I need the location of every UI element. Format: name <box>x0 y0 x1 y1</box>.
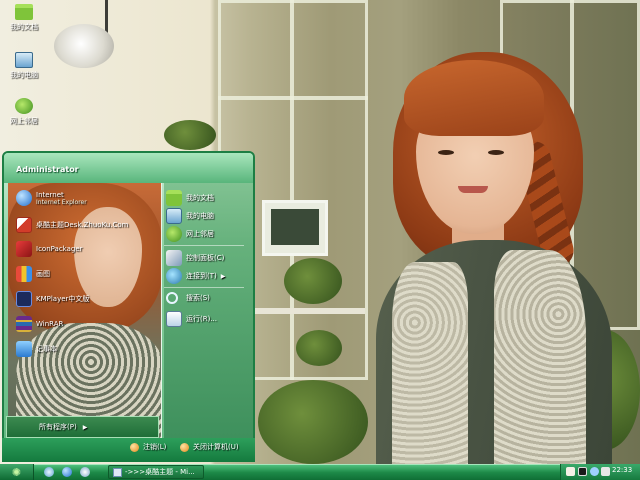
desktop-icon-label: 我的电脑 <box>10 71 38 79</box>
start-menu-item-label: 运行(R)... <box>186 315 218 323</box>
start-menu-item-label: 我的电脑 <box>186 212 214 220</box>
desktop-icon-label: 我的文档 <box>10 23 38 31</box>
power-icon <box>180 442 189 452</box>
folder-icon <box>15 4 33 20</box>
person-vest <box>494 250 586 464</box>
internet-explorer-icon <box>16 190 32 206</box>
start-menu-item-run[interactable]: 运行(R)... <box>166 311 217 327</box>
window-frame <box>290 0 294 380</box>
taskbar-clock[interactable]: 22:33 <box>612 466 632 474</box>
start-button[interactable]: ✺ <box>0 464 34 480</box>
start-menu-item-label: 搜索(S) <box>186 294 210 302</box>
logoff-label: 注销(L) <box>143 443 167 451</box>
start-menu-user-name: Administrator <box>16 165 79 174</box>
computer-icon <box>166 208 182 224</box>
tray-app-icon[interactable] <box>578 467 587 476</box>
run-icon <box>166 311 182 327</box>
taskbar-window-button[interactable]: ->>>桌酷主题 - Mi... <box>108 465 204 479</box>
person-mouth <box>458 186 488 193</box>
start-menu-item-search[interactable]: 搜索(S) <box>166 292 210 304</box>
person-eye <box>438 150 454 155</box>
start-menu-item-label: WinRAR <box>36 320 64 328</box>
start-menu-item-winrar[interactable]: WinRAR <box>16 316 63 332</box>
kmplayer-icon <box>16 291 32 307</box>
folder-icon <box>166 190 182 206</box>
start-menu-item-my-computer[interactable]: 我的电脑 <box>166 208 214 224</box>
taskbar <box>0 464 640 480</box>
tray-volume-icon[interactable] <box>601 467 610 476</box>
shutdown-label: 关闭计算机(U) <box>193 443 239 451</box>
internet-explorer-icon[interactable] <box>62 467 72 477</box>
start-menu-item-label: KMPlayer中文版 <box>36 295 90 303</box>
menu-separator <box>164 287 244 288</box>
winrar-icon <box>16 316 32 332</box>
start-menu-item-zhuoku[interactable]: 桌酷主题Desk.ZhuoKu.Com <box>16 217 128 233</box>
start-menu-item-label: 画图 <box>36 270 50 278</box>
lamp <box>54 24 114 68</box>
chalkboard <box>262 200 328 256</box>
network-icon <box>166 226 182 242</box>
person-eye <box>488 150 504 155</box>
start-menu-item-my-documents[interactable]: 我的文档 <box>166 190 214 206</box>
shutdown-button[interactable]: 关闭计算机(U) <box>180 442 239 452</box>
start-menu-item-text: Internet Internet Explorer <box>36 191 87 206</box>
taskbar-window-label: ->>>桌酷主题 - Mi... <box>125 468 195 476</box>
all-programs-button[interactable]: 所有程序(P) ▶ <box>6 416 159 438</box>
start-menu-item-control-panel[interactable]: 控制面板(C) <box>166 250 224 266</box>
start-menu-item-label: 控制面板(C) <box>186 254 225 262</box>
start-menu-item-paint[interactable]: 画图 <box>16 266 50 282</box>
desktop-icon-label: 网上邻居 <box>10 117 38 125</box>
connect-icon <box>166 268 182 284</box>
control-panel-icon <box>166 250 182 266</box>
network-icon <box>15 98 33 114</box>
start-menu-item-notepad[interactable]: 记事本 <box>16 341 57 357</box>
chevron-right-icon: ▶ <box>82 423 88 431</box>
notepad-icon <box>16 341 32 357</box>
window-icon <box>113 467 122 477</box>
tray-network-icon[interactable] <box>590 467 599 476</box>
paint-icon <box>16 266 32 282</box>
desktop-icon-network[interactable]: 网上邻居 <box>2 98 46 126</box>
plant <box>164 120 216 150</box>
search-icon <box>166 292 178 304</box>
shelf <box>255 308 365 314</box>
tray-app-icon[interactable] <box>566 467 575 476</box>
start-logo-icon: ✺ <box>11 465 22 479</box>
start-menu-item-label: 桌酷主题Desk.ZhuoKu.Com <box>36 221 129 229</box>
start-menu-item-internet[interactable]: Internet Internet Explorer <box>16 190 87 206</box>
person-fringe <box>404 60 544 136</box>
start-menu-item-connect-to[interactable]: 连接到(T) ▶ <box>166 268 225 284</box>
start-menu-item-kmplayer[interactable]: KMPlayer中文版 <box>16 291 89 307</box>
start-menu-item-label: 连接到(T) <box>186 272 217 280</box>
start-menu-item-label: IconPackager <box>36 245 83 253</box>
start-menu-item-sublabel: Internet Explorer <box>36 198 87 206</box>
start-menu-item-label: Internet <box>36 190 64 199</box>
logoff-icon <box>130 442 139 452</box>
desktop-icon-my-documents[interactable]: 我的文档 <box>2 4 46 32</box>
start-menu-item-iconpackager[interactable]: IconPackager <box>16 241 83 257</box>
plant <box>258 380 368 464</box>
person-vest <box>392 262 468 464</box>
show-desktop-icon[interactable] <box>44 467 54 477</box>
start-menu-item-label: 记事本 <box>36 345 57 353</box>
media-player-icon[interactable] <box>80 467 90 477</box>
all-programs-label: 所有程序(P) <box>39 423 77 431</box>
start-menu-item-label: 我的文档 <box>186 194 214 202</box>
start-menu-item-label: 网上邻居 <box>186 230 214 238</box>
plant <box>296 330 342 366</box>
zhuoku-icon <box>16 217 32 233</box>
desktop-icon-my-computer[interactable]: 我的电脑 <box>2 52 46 80</box>
menu-separator <box>164 245 244 246</box>
plant <box>284 258 342 304</box>
submenu-arrow-icon: ▶ <box>220 272 226 280</box>
logoff-button[interactable]: 注销(L) <box>130 442 166 452</box>
start-menu-item-network[interactable]: 网上邻居 <box>166 226 214 242</box>
iconpackager-icon <box>16 241 32 257</box>
computer-icon <box>15 52 33 68</box>
